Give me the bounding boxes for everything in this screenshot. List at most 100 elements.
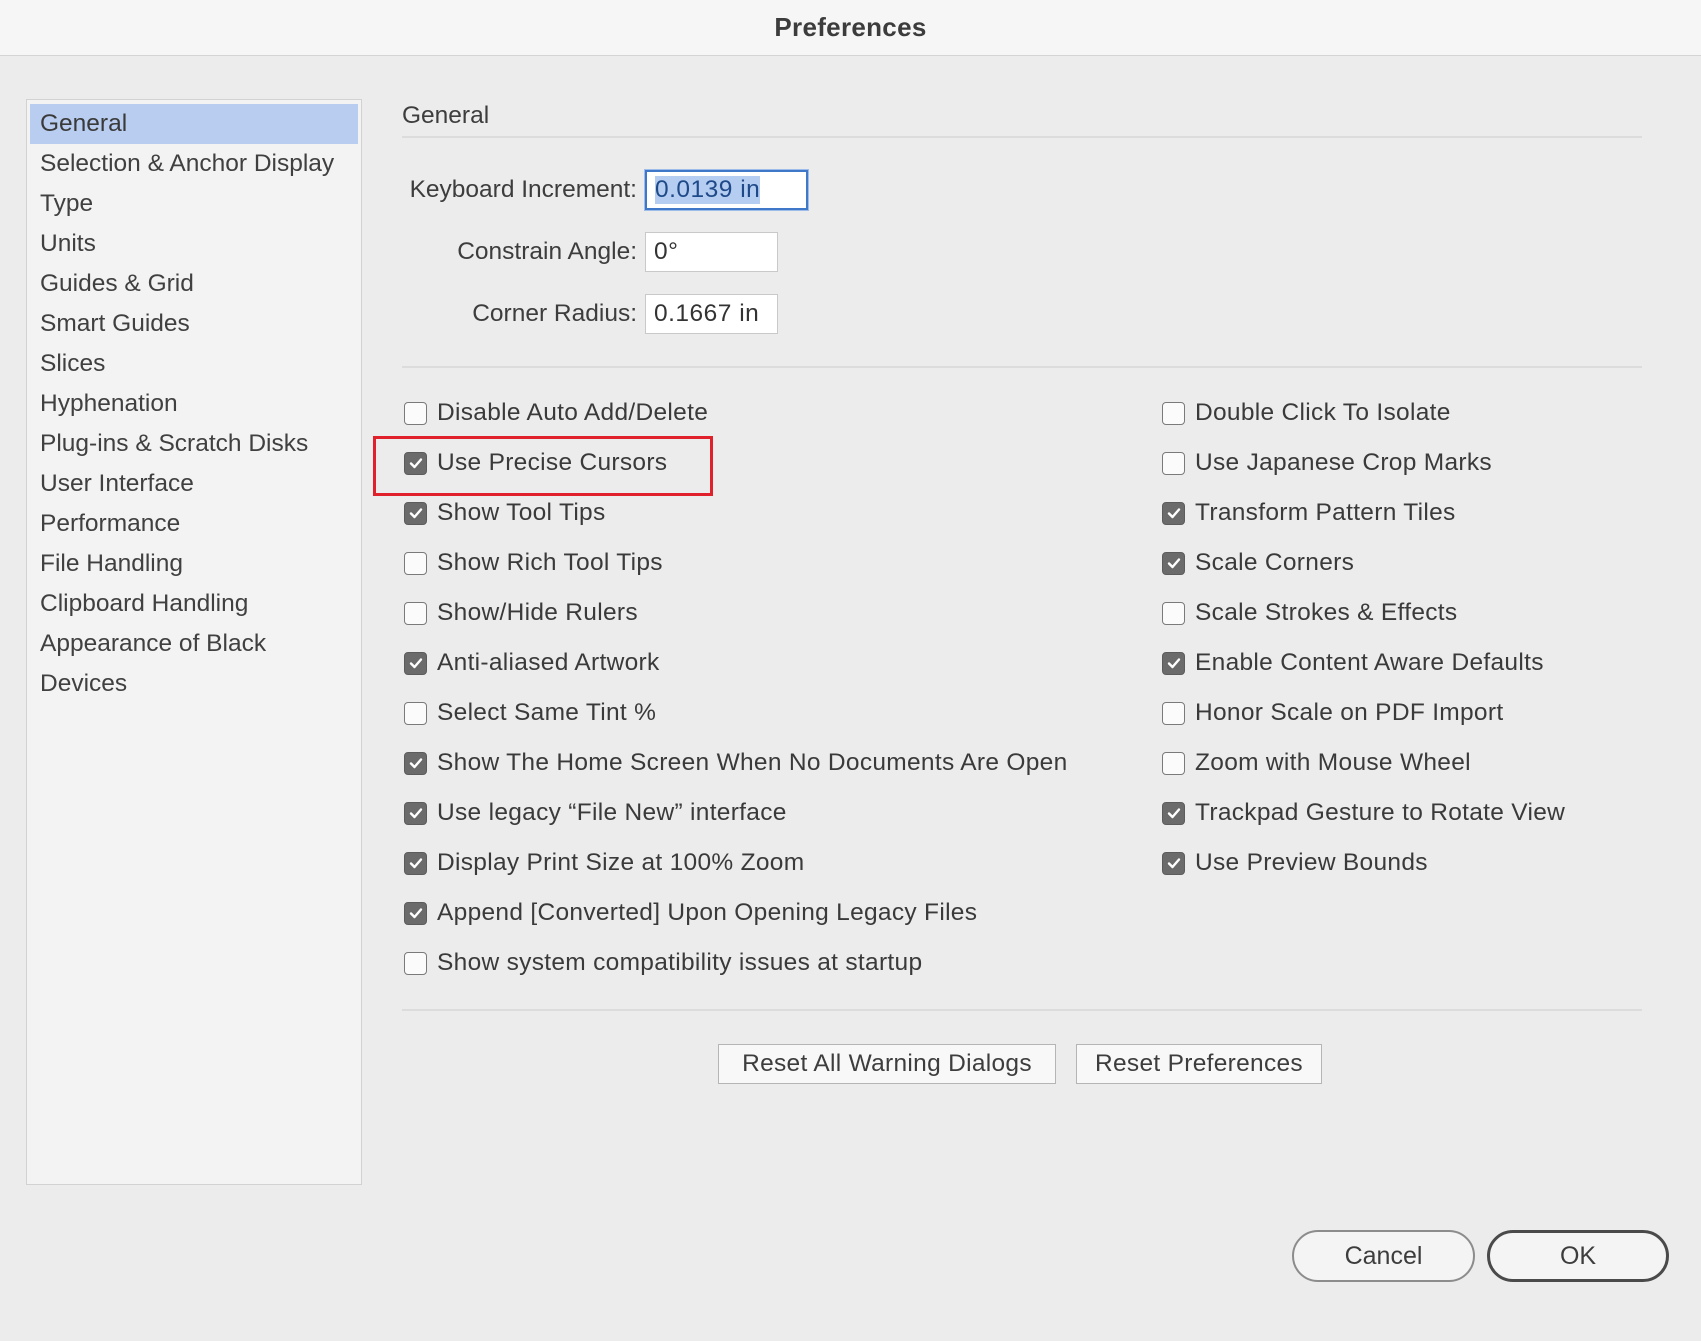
- checkbox-row-show-tool-tips[interactable]: Show Tool Tips: [404, 496, 606, 530]
- checkbox-row-enable-content-aware-defaults[interactable]: Enable Content Aware Defaults: [1162, 646, 1544, 680]
- checkmark-icon: [1167, 658, 1180, 669]
- corner-radius-input[interactable]: 0.1667 in: [645, 294, 778, 334]
- reset-all-warning-dialogs-button[interactable]: Reset All Warning Dialogs: [718, 1044, 1056, 1084]
- checkbox-row-use-legacy-file-new-interface[interactable]: Use legacy “File New” interface: [404, 796, 787, 830]
- checkbox-anti-aliased-artwork[interactable]: [404, 651, 427, 675]
- checkbox-use-japanese-crop-marks[interactable]: [1162, 451, 1185, 475]
- title-bar: Preferences: [0, 0, 1701, 56]
- highlight-annotation: [373, 436, 713, 496]
- checkbox-row-show-hide-rulers[interactable]: Show/Hide Rulers: [404, 596, 638, 630]
- checkbox-scale-strokes-effects[interactable]: [1162, 601, 1185, 625]
- checkbox-transform-pattern-tiles[interactable]: [1162, 501, 1185, 525]
- checkbox-row-anti-aliased-artwork[interactable]: Anti-aliased Artwork: [404, 646, 660, 680]
- sidebar-item-slices[interactable]: Slices: [30, 344, 358, 384]
- cancel-button[interactable]: Cancel: [1292, 1230, 1475, 1282]
- sidebar-item-file-handling[interactable]: File Handling: [30, 544, 358, 584]
- divider: [402, 366, 1642, 368]
- checkbox-label: Zoom with Mouse Wheel: [1195, 749, 1471, 776]
- checkbox-label: Disable Auto Add/Delete: [437, 399, 709, 426]
- sidebar-item-performance[interactable]: Performance: [30, 504, 358, 544]
- checkmark-icon: [1167, 858, 1180, 869]
- sidebar-item-user-interface[interactable]: User Interface: [30, 464, 358, 504]
- checkbox-row-use-preview-bounds[interactable]: Use Preview Bounds: [1162, 846, 1428, 880]
- checkbox-row-show-system-compatibility-issues-at-startup[interactable]: Show system compatibility issues at star…: [404, 946, 922, 980]
- keyboard-increment-row: Keyboard Increment: 0.0139 in: [402, 170, 808, 210]
- sidebar-item-clipboard-handling[interactable]: Clipboard Handling: [30, 584, 358, 624]
- checkmark-icon: [409, 908, 422, 919]
- corner-radius-row: Corner Radius: 0.1667 in: [402, 294, 778, 334]
- checkbox-show-rich-tool-tips[interactable]: [404, 551, 427, 575]
- checkbox-zoom-with-mouse-wheel[interactable]: [1162, 751, 1185, 775]
- keyboard-increment-input[interactable]: 0.0139 in: [645, 170, 808, 210]
- checkbox-show-system-compatibility-issues-at-startup[interactable]: [404, 951, 427, 975]
- keyboard-increment-value: 0.0139 in: [655, 176, 761, 204]
- checkbox-row-use-japanese-crop-marks[interactable]: Use Japanese Crop Marks: [1162, 446, 1492, 480]
- checkbox-display-print-size-at-100-zoom[interactable]: [404, 851, 427, 875]
- checkbox-row-scale-strokes-effects[interactable]: Scale Strokes & Effects: [1162, 596, 1457, 630]
- checkbox-row-show-rich-tool-tips[interactable]: Show Rich Tool Tips: [404, 546, 663, 580]
- preferences-sidebar: General Selection & Anchor Display Type Uni…: [26, 99, 362, 1185]
- checkbox-scale-corners[interactable]: [1162, 551, 1185, 575]
- checkbox-show-hide-rulers[interactable]: [404, 601, 427, 625]
- sidebar-item-devices[interactable]: Devices: [30, 664, 358, 704]
- sidebar-item-general[interactable]: General: [30, 104, 358, 144]
- checkbox-label: Anti-aliased Artwork: [437, 649, 660, 676]
- sidebar-item-units[interactable]: Units: [30, 224, 358, 264]
- checkbox-show-tool-tips[interactable]: [404, 501, 427, 525]
- checkbox-append-converted-upon-opening-legacy-files[interactable]: [404, 901, 427, 925]
- checkbox-double-click-to-isolate[interactable]: [1162, 401, 1185, 425]
- constrain-angle-label: Constrain Angle:: [457, 238, 637, 265]
- keyboard-increment-label: Keyboard Increment:: [409, 176, 637, 203]
- ok-button[interactable]: OK: [1487, 1230, 1669, 1282]
- checkbox-row-scale-corners[interactable]: Scale Corners: [1162, 546, 1354, 580]
- checkbox-row-double-click-to-isolate[interactable]: Double Click To Isolate: [1162, 396, 1451, 430]
- checkbox-use-legacy-file-new-interface[interactable]: [404, 801, 427, 825]
- checkbox-show-the-home-screen-when-no-documents-are-open[interactable]: [404, 751, 427, 775]
- checkbox-row-zoom-with-mouse-wheel[interactable]: Zoom with Mouse Wheel: [1162, 746, 1471, 780]
- sidebar-item-selection-anchor-display[interactable]: Selection & Anchor Display: [30, 144, 358, 184]
- sidebar-item-plug-ins-scratch-disks[interactable]: Plug-ins & Scratch Disks: [30, 424, 358, 464]
- checkbox-use-preview-bounds[interactable]: [1162, 851, 1185, 875]
- checkbox-label: Transform Pattern Tiles: [1195, 499, 1456, 526]
- checkbox-row-select-same-tint[interactable]: Select Same Tint %: [404, 696, 656, 730]
- checkbox-label: Append [Converted] Upon Opening Legacy F…: [437, 899, 978, 926]
- checkbox-label: Use Japanese Crop Marks: [1195, 449, 1492, 476]
- checkbox-row-honor-scale-on-pdf-import[interactable]: Honor Scale on PDF Import: [1162, 696, 1503, 730]
- checkbox-label: Use Preview Bounds: [1195, 849, 1428, 876]
- checkbox-label: Display Print Size at 100% Zoom: [437, 849, 805, 876]
- checkbox-trackpad-gesture-to-rotate-view[interactable]: [1162, 801, 1185, 825]
- checkbox-row-show-the-home-screen-when-no-documents-are-open[interactable]: Show The Home Screen When No Documents A…: [404, 746, 1068, 780]
- checkbox-honor-scale-on-pdf-import[interactable]: [1162, 701, 1185, 725]
- checkbox-row-disable-auto-add-delete[interactable]: Disable Auto Add/Delete: [404, 396, 708, 430]
- checkbox-select-same-tint[interactable]: [404, 701, 427, 725]
- sidebar-item-guides-grid[interactable]: Guides & Grid: [30, 264, 358, 304]
- checkmark-icon: [1167, 558, 1180, 569]
- window-title: Preferences: [774, 12, 927, 42]
- checkbox-row-trackpad-gesture-to-rotate-view[interactable]: Trackpad Gesture to Rotate View: [1162, 796, 1565, 830]
- checkbox-disable-auto-add-delete[interactable]: [404, 401, 427, 425]
- checkmark-icon: [1167, 808, 1180, 819]
- checkbox-enable-content-aware-defaults[interactable]: [1162, 651, 1185, 675]
- corner-radius-label: Corner Radius:: [472, 300, 637, 327]
- constrain-angle-input[interactable]: 0°: [645, 232, 778, 272]
- sidebar-item-hyphenation[interactable]: Hyphenation: [30, 384, 358, 424]
- checkmark-icon: [1167, 508, 1180, 519]
- sidebar-item-type[interactable]: Type: [30, 184, 358, 224]
- checkbox-label: Select Same Tint %: [437, 699, 657, 726]
- checkbox-label: Honor Scale on PDF Import: [1195, 699, 1504, 726]
- checkbox-label: Show Tool Tips: [437, 499, 606, 526]
- checkbox-label: Use legacy “File New” interface: [437, 799, 787, 826]
- constrain-angle-value: 0°: [654, 238, 679, 265]
- section-title: General: [402, 102, 490, 129]
- checkmark-icon: [409, 658, 422, 669]
- checkmark-icon: [409, 758, 422, 769]
- checkbox-row-append-converted-upon-opening-legacy-files[interactable]: Append [Converted] Upon Opening Legacy F…: [404, 896, 977, 930]
- checkbox-row-transform-pattern-tiles[interactable]: Transform Pattern Tiles: [1162, 496, 1456, 530]
- divider: [402, 136, 1642, 138]
- checkbox-label: Show Rich Tool Tips: [437, 549, 663, 576]
- reset-preferences-button[interactable]: Reset Preferences: [1076, 1044, 1322, 1084]
- sidebar-item-smart-guides[interactable]: Smart Guides: [30, 304, 358, 344]
- checkmark-icon: [409, 858, 422, 869]
- checkbox-row-display-print-size-at-100-zoom[interactable]: Display Print Size at 100% Zoom: [404, 846, 804, 880]
- sidebar-item-appearance-of-black[interactable]: Appearance of Black: [30, 624, 358, 664]
